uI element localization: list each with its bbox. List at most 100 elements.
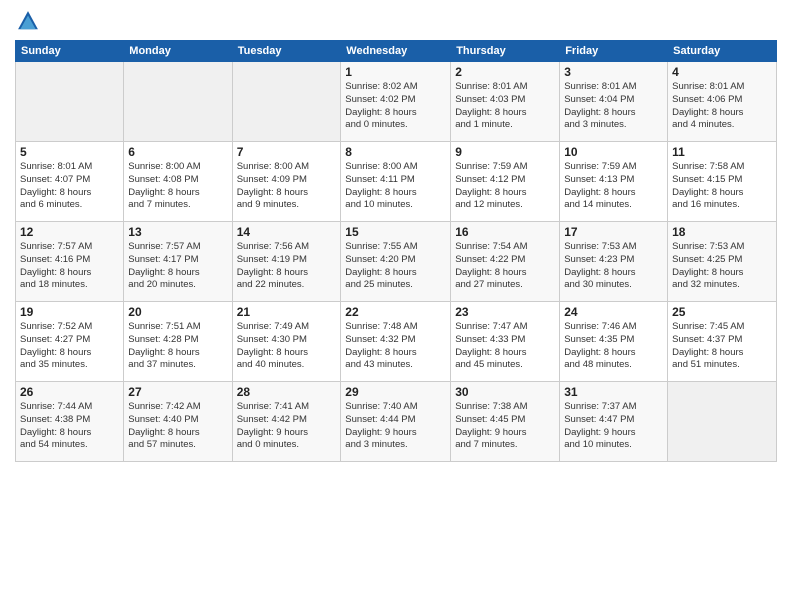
day-info: Sunrise: 7:54 AM Sunset: 4:22 PM Dayligh…	[455, 241, 555, 292]
header	[15, 10, 777, 32]
day-number: 11	[672, 145, 772, 159]
day-info: Sunrise: 7:44 AM Sunset: 4:38 PM Dayligh…	[20, 401, 119, 452]
day-number: 21	[237, 305, 337, 319]
weekday-header-thursday: Thursday	[451, 41, 560, 62]
weekday-header-monday: Monday	[124, 41, 232, 62]
day-cell: 1Sunrise: 8:02 AM Sunset: 4:02 PM Daylig…	[341, 62, 451, 142]
day-number: 7	[237, 145, 337, 159]
day-info: Sunrise: 8:00 AM Sunset: 4:08 PM Dayligh…	[128, 161, 227, 212]
day-cell: 19Sunrise: 7:52 AM Sunset: 4:27 PM Dayli…	[16, 302, 124, 382]
day-number: 30	[455, 385, 555, 399]
day-number: 12	[20, 225, 119, 239]
day-cell: 18Sunrise: 7:53 AM Sunset: 4:25 PM Dayli…	[668, 222, 777, 302]
day-cell: 17 Sunrise: 7:53 AM Sunset: 4:23 PM Dayli…	[560, 222, 668, 302]
day-info: Sunrise: 7:49 AM Sunset: 4:30 PM Dayligh…	[237, 321, 337, 372]
day-number: 4	[672, 65, 772, 79]
day-number: 13	[128, 225, 227, 239]
day-number: 22	[345, 305, 446, 319]
day-number: 14	[237, 225, 337, 239]
day-cell: 12Sunrise: 7:57 AM Sunset: 4:16 PM Dayli…	[16, 222, 124, 302]
day-cell: 23 Sunrise: 7:47 AM Sunset: 4:33 PM Dayli…	[451, 302, 560, 382]
day-number: 9	[455, 145, 555, 159]
day-cell: 6 Sunrise: 8:00 AM Sunset: 4:08 PM Daylig…	[124, 142, 232, 222]
day-cell: 24 Sunrise: 7:46 AM Sunset: 4:35 PM Dayli…	[560, 302, 668, 382]
day-info: Sunrise: 7:53 AM Sunset: 4:25 PM Dayligh…	[672, 241, 772, 292]
day-cell	[232, 62, 341, 142]
day-info: Sunrise: 7:56 AM Sunset: 4:19 PM Dayligh…	[237, 241, 337, 292]
day-number: 24	[564, 305, 663, 319]
day-cell: 22 Sunrise: 7:48 AM Sunset: 4:32 PM Dayli…	[341, 302, 451, 382]
day-number: 29	[345, 385, 446, 399]
page: SundayMondayTuesdayWednesdayThursdayFrid…	[0, 0, 792, 612]
day-cell: 3 Sunrise: 8:01 AM Sunset: 4:04 PM Daylig…	[560, 62, 668, 142]
day-info: Sunrise: 7:38 AM Sunset: 4:45 PM Dayligh…	[455, 401, 555, 452]
day-cell: 31Sunrise: 7:37 AM Sunset: 4:47 PM Dayli…	[560, 382, 668, 462]
day-cell	[124, 62, 232, 142]
day-info: Sunrise: 8:01 AM Sunset: 4:07 PM Dayligh…	[20, 161, 119, 212]
week-row-4: 19Sunrise: 7:52 AM Sunset: 4:27 PM Dayli…	[16, 302, 777, 382]
calendar: SundayMondayTuesdayWednesdayThursdayFrid…	[15, 40, 777, 462]
day-cell: 16 Sunrise: 7:54 AM Sunset: 4:22 PM Dayli…	[451, 222, 560, 302]
day-number: 26	[20, 385, 119, 399]
day-info: Sunrise: 7:55 AM Sunset: 4:20 PM Dayligh…	[345, 241, 446, 292]
day-info: Sunrise: 7:46 AM Sunset: 4:35 PM Dayligh…	[564, 321, 663, 372]
day-info: Sunrise: 7:52 AM Sunset: 4:27 PM Dayligh…	[20, 321, 119, 372]
day-info: Sunrise: 8:01 AM Sunset: 4:04 PM Dayligh…	[564, 81, 663, 132]
day-info: Sunrise: 7:47 AM Sunset: 4:33 PM Dayligh…	[455, 321, 555, 372]
day-cell: 13 Sunrise: 7:57 AM Sunset: 4:17 PM Dayli…	[124, 222, 232, 302]
day-info: Sunrise: 7:58 AM Sunset: 4:15 PM Dayligh…	[672, 161, 772, 212]
week-row-5: 26 Sunrise: 7:44 AM Sunset: 4:38 PM Dayli…	[16, 382, 777, 462]
day-number: 6	[128, 145, 227, 159]
day-info: Sunrise: 7:48 AM Sunset: 4:32 PM Dayligh…	[345, 321, 446, 372]
day-cell: 10 Sunrise: 7:59 AM Sunset: 4:13 PM Dayli…	[560, 142, 668, 222]
week-row-2: 5 Sunrise: 8:01 AM Sunset: 4:07 PM Daylig…	[16, 142, 777, 222]
day-info: Sunrise: 8:00 AM Sunset: 4:09 PM Dayligh…	[237, 161, 337, 212]
day-number: 1	[345, 65, 446, 79]
day-cell: 30 Sunrise: 7:38 AM Sunset: 4:45 PM Dayli…	[451, 382, 560, 462]
day-info: Sunrise: 8:01 AM Sunset: 4:06 PM Dayligh…	[672, 81, 772, 132]
day-info: Sunrise: 7:40 AM Sunset: 4:44 PM Dayligh…	[345, 401, 446, 452]
day-cell: 26 Sunrise: 7:44 AM Sunset: 4:38 PM Dayli…	[16, 382, 124, 462]
day-cell: 29 Sunrise: 7:40 AM Sunset: 4:44 PM Dayli…	[341, 382, 451, 462]
day-info: Sunrise: 7:42 AM Sunset: 4:40 PM Dayligh…	[128, 401, 227, 452]
day-info: Sunrise: 8:01 AM Sunset: 4:03 PM Dayligh…	[455, 81, 555, 132]
weekday-header-tuesday: Tuesday	[232, 41, 341, 62]
logo	[15, 10, 39, 32]
day-info: Sunrise: 7:37 AM Sunset: 4:47 PM Dayligh…	[564, 401, 663, 452]
day-cell: 20 Sunrise: 7:51 AM Sunset: 4:28 PM Dayli…	[124, 302, 232, 382]
day-number: 5	[20, 145, 119, 159]
day-cell: 9 Sunrise: 7:59 AM Sunset: 4:12 PM Daylig…	[451, 142, 560, 222]
day-info: Sunrise: 7:45 AM Sunset: 4:37 PM Dayligh…	[672, 321, 772, 372]
weekday-header-wednesday: Wednesday	[341, 41, 451, 62]
day-number: 3	[564, 65, 663, 79]
day-cell: 7 Sunrise: 8:00 AM Sunset: 4:09 PM Daylig…	[232, 142, 341, 222]
day-cell: 8Sunrise: 8:00 AM Sunset: 4:11 PM Daylig…	[341, 142, 451, 222]
day-cell: 28 Sunrise: 7:41 AM Sunset: 4:42 PM Dayli…	[232, 382, 341, 462]
weekday-header-saturday: Saturday	[668, 41, 777, 62]
day-number: 25	[672, 305, 772, 319]
day-info: Sunrise: 7:59 AM Sunset: 4:13 PM Dayligh…	[564, 161, 663, 212]
day-number: 16	[455, 225, 555, 239]
day-info: Sunrise: 7:57 AM Sunset: 4:17 PM Dayligh…	[128, 241, 227, 292]
day-cell: 21 Sunrise: 7:49 AM Sunset: 4:30 PM Dayli…	[232, 302, 341, 382]
day-cell: 27 Sunrise: 7:42 AM Sunset: 4:40 PM Dayli…	[124, 382, 232, 462]
day-info: Sunrise: 7:59 AM Sunset: 4:12 PM Dayligh…	[455, 161, 555, 212]
day-cell: 2 Sunrise: 8:01 AM Sunset: 4:03 PM Daylig…	[451, 62, 560, 142]
day-number: 10	[564, 145, 663, 159]
day-info: Sunrise: 7:51 AM Sunset: 4:28 PM Dayligh…	[128, 321, 227, 372]
day-cell: 4 Sunrise: 8:01 AM Sunset: 4:06 PM Daylig…	[668, 62, 777, 142]
week-row-3: 12Sunrise: 7:57 AM Sunset: 4:16 PM Dayli…	[16, 222, 777, 302]
day-number: 20	[128, 305, 227, 319]
day-cell	[16, 62, 124, 142]
day-number: 23	[455, 305, 555, 319]
day-number: 17	[564, 225, 663, 239]
day-number: 27	[128, 385, 227, 399]
week-row-1: 1Sunrise: 8:02 AM Sunset: 4:02 PM Daylig…	[16, 62, 777, 142]
weekday-header-friday: Friday	[560, 41, 668, 62]
day-number: 15	[345, 225, 446, 239]
day-info: Sunrise: 7:53 AM Sunset: 4:23 PM Dayligh…	[564, 241, 663, 292]
day-info: Sunrise: 7:41 AM Sunset: 4:42 PM Dayligh…	[237, 401, 337, 452]
day-number: 2	[455, 65, 555, 79]
day-number: 28	[237, 385, 337, 399]
logo-icon	[17, 10, 39, 32]
